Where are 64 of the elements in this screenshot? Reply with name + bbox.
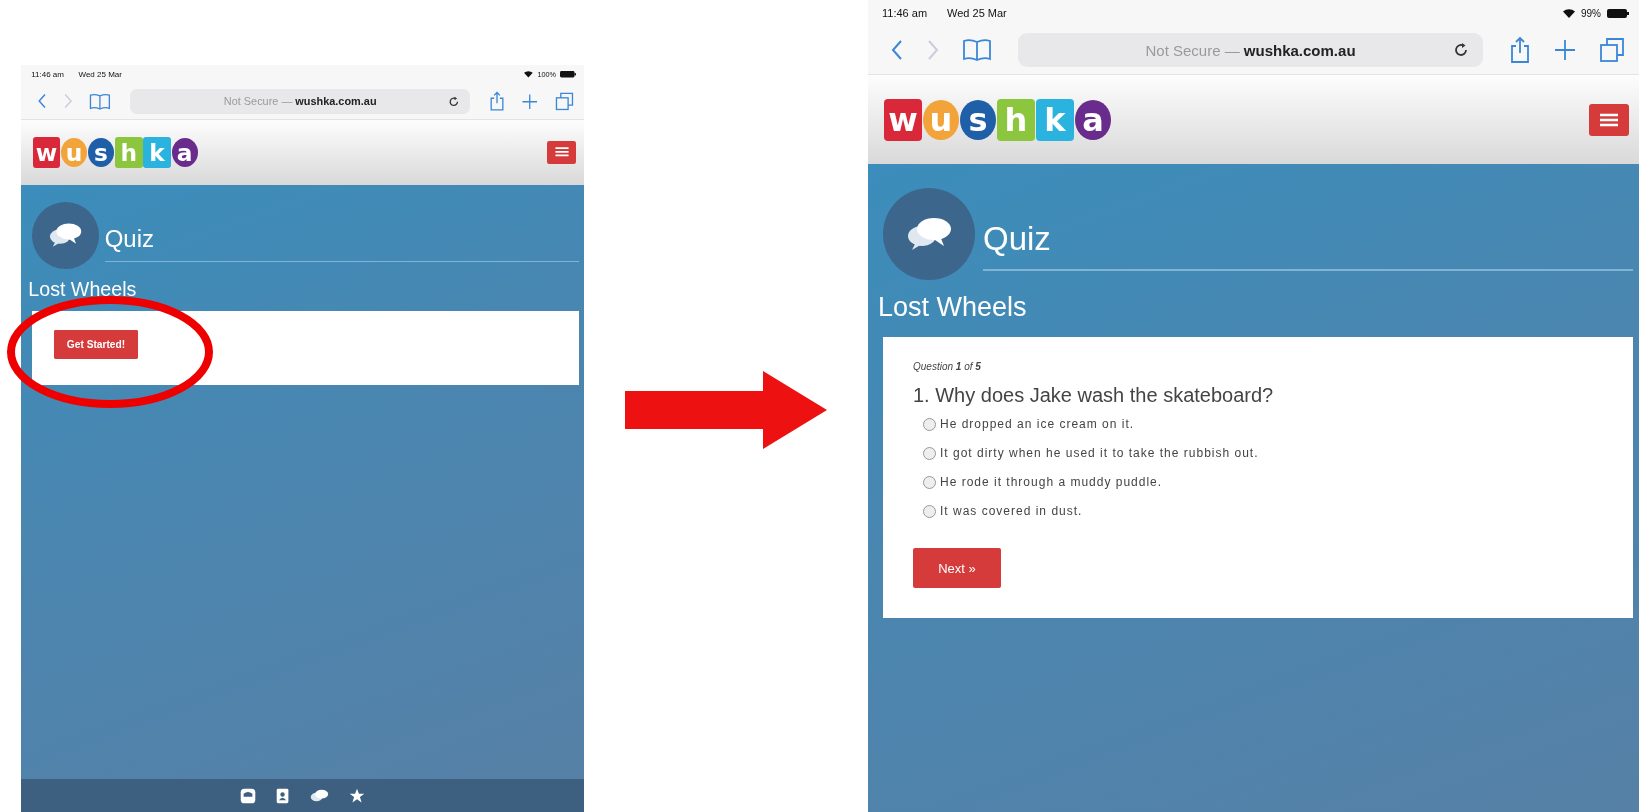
logo-letter: k — [143, 136, 171, 168]
battery-icon — [1607, 8, 1629, 18]
answer-option[interactable]: It got dirty when he used it to take the rubbish out. — [940, 446, 1259, 460]
bookmarks-icon[interactable] — [89, 92, 112, 111]
logo-letter: h — [997, 98, 1035, 141]
reload-icon[interactable] — [448, 95, 460, 108]
page-title: Quiz — [983, 220, 1051, 258]
logo-letter: h — [114, 136, 143, 168]
share-icon[interactable] — [489, 91, 506, 112]
back-icon[interactable] — [890, 39, 904, 61]
address-bar[interactable]: Not Secure — wushka.com.au — [130, 89, 471, 114]
menu-button[interactable] — [547, 140, 577, 164]
answer-option[interactable]: It was covered in dust. — [940, 504, 1083, 518]
radio-button[interactable] — [923, 475, 936, 489]
logo-letter: w — [884, 98, 922, 141]
question-text: 1. Why does Jake wash the skateboard? — [913, 384, 1275, 407]
page-title: Quiz — [104, 225, 155, 254]
domain-label: wushka.com.au — [1243, 41, 1356, 59]
battery-percent: 100% — [537, 69, 557, 79]
menu-icon — [1598, 111, 1620, 128]
contact-icon[interactable] — [276, 787, 290, 804]
logo-letter: u — [61, 137, 88, 167]
chat-icon[interactable] — [309, 789, 329, 803]
logo-letter: w — [32, 136, 61, 168]
status-date: Wed 25 Mar — [947, 7, 1007, 19]
logo-letter: k — [1036, 98, 1074, 141]
menu-icon — [553, 146, 570, 159]
next-button[interactable]: Next » — [913, 548, 1001, 588]
tabs-icon[interactable] — [554, 91, 574, 111]
reload-icon[interactable] — [1453, 42, 1469, 58]
domain-label: wushka.com.au — [295, 95, 377, 108]
radio-button[interactable] — [923, 446, 936, 460]
inbox-icon[interactable] — [239, 787, 256, 804]
radio-button[interactable] — [923, 504, 936, 518]
logo-letter: s — [87, 137, 115, 167]
get-started-button[interactable]: Get Started! — [53, 329, 139, 360]
battery-percent: 99% — [1581, 7, 1601, 19]
menu-button[interactable] — [1589, 103, 1629, 136]
security-label: Not Secure — — [1145, 41, 1240, 59]
star-icon[interactable] — [348, 787, 365, 804]
radio-button[interactable] — [923, 417, 936, 431]
answer-option[interactable]: He dropped an ice cream on it. — [940, 417, 1135, 431]
plus-icon[interactable] — [1553, 38, 1577, 62]
wifi-icon — [524, 71, 534, 78]
wifi-icon — [1563, 8, 1575, 18]
status-date: Wed 25 Mar — [78, 69, 122, 79]
bookmarks-icon[interactable] — [962, 38, 992, 62]
battery-icon — [560, 71, 577, 78]
answer-option[interactable]: He rode it through a muddy puddle. — [940, 475, 1163, 489]
back-icon[interactable] — [37, 93, 48, 110]
status-time: 11:46 am — [882, 7, 928, 19]
logo-letter: a — [171, 137, 198, 167]
security-label: Not Secure — — [223, 95, 293, 108]
logo-letter: a — [1075, 99, 1111, 140]
logo-letter: s — [960, 99, 996, 140]
address-bar[interactable]: Not Secure — wushka.com.au — [1018, 33, 1483, 67]
logo-letter: u — [923, 99, 959, 140]
quiz-title: Lost Wheels — [28, 277, 138, 301]
quiz-title: Lost Wheels — [878, 292, 1028, 323]
question-counter: Question 1 of 5 — [913, 361, 982, 372]
tabs-icon[interactable] — [1599, 37, 1625, 63]
share-icon[interactable] — [1509, 36, 1531, 64]
plus-icon[interactable] — [521, 92, 539, 111]
status-time: 11:46 am — [31, 69, 64, 79]
